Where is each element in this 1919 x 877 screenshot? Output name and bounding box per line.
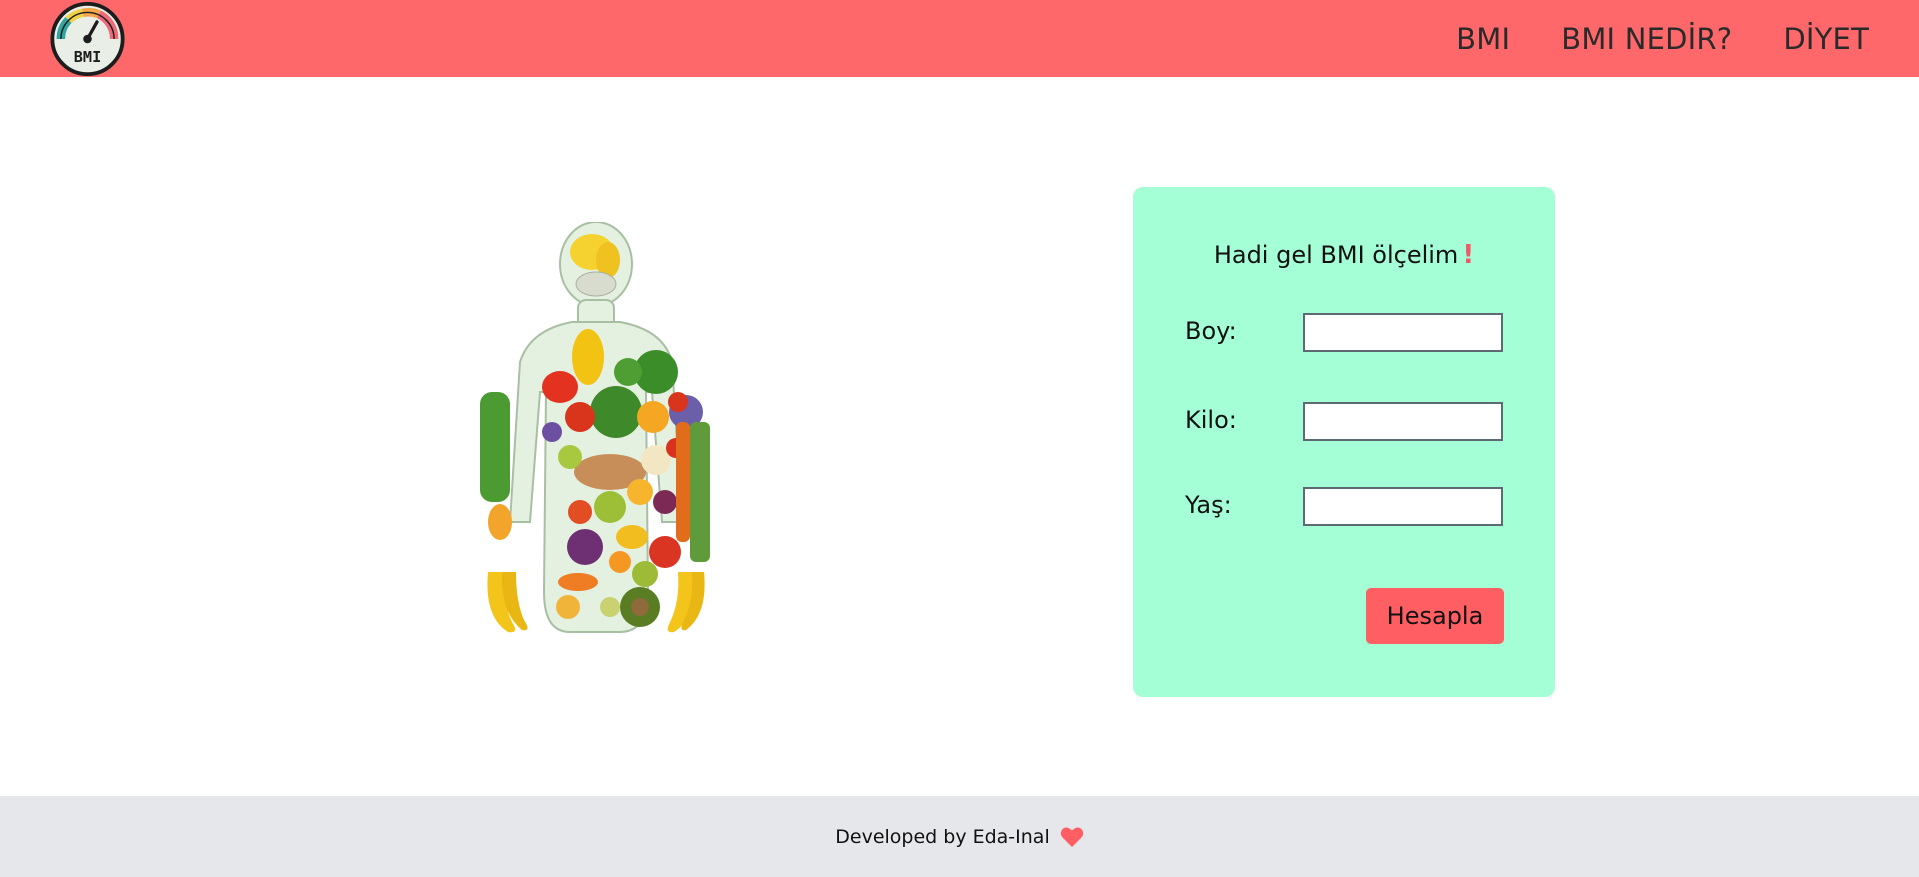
calculate-button[interactable]: Hesapla — [1366, 588, 1504, 644]
form-title-text: Hadi gel BMI ölçelim — [1213, 241, 1459, 269]
exclamation-icon: ! — [1462, 240, 1475, 270]
heart-icon — [1060, 827, 1083, 847]
logo-text: BMI — [74, 48, 101, 66]
height-input[interactable] — [1303, 313, 1503, 352]
nav-links: BMI BMI NEDİR? DİYET — [1405, 0, 1869, 77]
height-label: Boy: — [1185, 317, 1237, 345]
form-title: Hadi gel BMI ölçelim! — [1133, 240, 1555, 270]
footer: Developed by Eda-Inal — [0, 796, 1919, 877]
age-label: Yaş: — [1185, 491, 1232, 519]
nav-link-diyet[interactable]: DİYET — [1783, 22, 1869, 56]
age-input[interactable] — [1303, 487, 1503, 526]
bmi-form-card: Hadi gel BMI ölçelim! Boy: Kilo: Yaş: He… — [1133, 187, 1555, 697]
nav-link-bmi-nedir[interactable]: BMI NEDİR? — [1561, 22, 1732, 56]
navbar: BMI BMI BMI NEDİR? DİYET — [0, 0, 1919, 77]
weight-label: Kilo: — [1185, 406, 1237, 434]
bmi-gauge-logo-icon[interactable]: BMI — [49, 1, 126, 77]
weight-input[interactable] — [1303, 402, 1503, 441]
nav-link-bmi[interactable]: BMI — [1456, 22, 1510, 56]
footer-credit: Developed by Eda-Inal — [835, 825, 1050, 848]
vegetable-body-illustration — [480, 222, 710, 633]
